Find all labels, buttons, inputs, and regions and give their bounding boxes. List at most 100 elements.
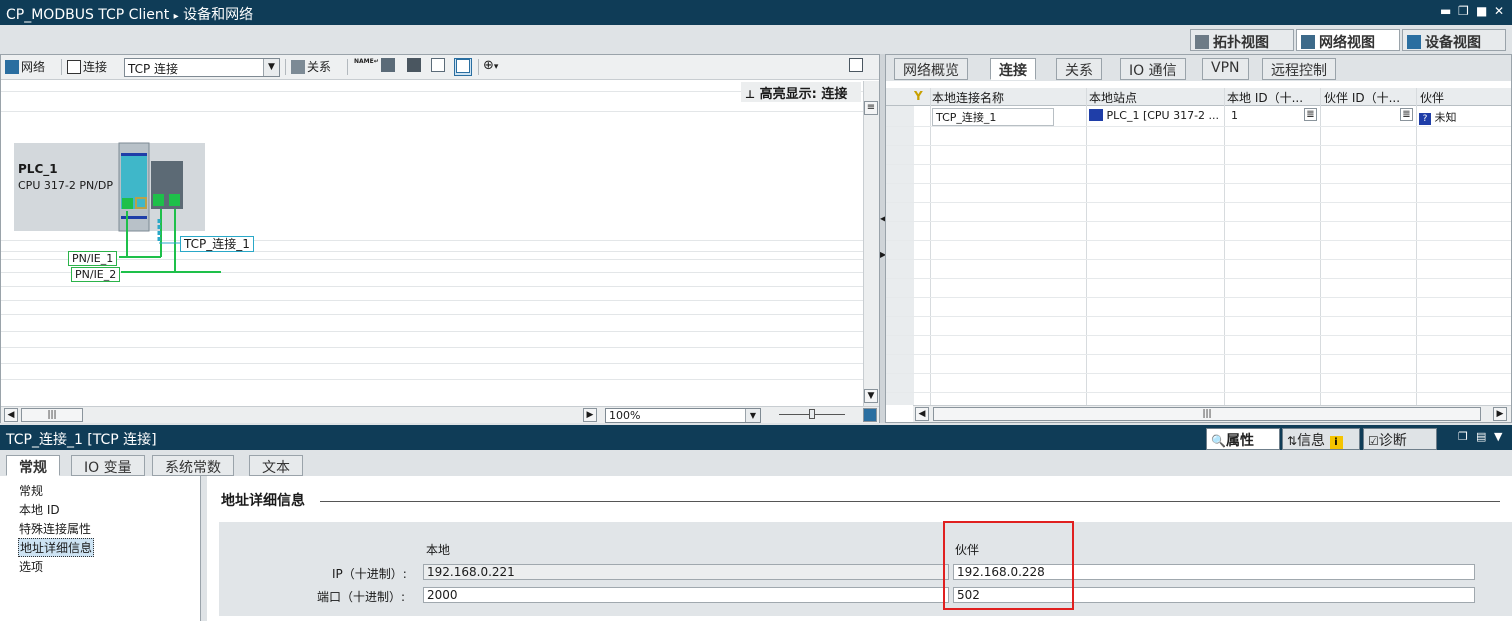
overview-icon	[456, 59, 470, 73]
tab-connections[interactable]: 连接	[990, 58, 1036, 80]
tab-network-overview[interactable]: 网络概览	[894, 58, 968, 80]
highlight-annotation-box	[943, 521, 1074, 610]
tab-device-view[interactable]: 设备视图	[1402, 29, 1506, 51]
overview-button[interactable]	[454, 58, 472, 76]
show-addresses-button[interactable]	[381, 58, 397, 76]
connection-button[interactable]: 连接	[67, 58, 107, 76]
plc-graphic	[118, 142, 221, 273]
scroll-thumb[interactable]: |||	[933, 407, 1481, 421]
local-ip-field[interactable]: 192.168.0.221	[423, 564, 949, 580]
ip-label: IP（十进制）:	[332, 567, 407, 581]
tab-properties[interactable]: 🔍属性	[1206, 428, 1280, 450]
maximize-icon[interactable]: ■	[1476, 4, 1487, 18]
cpu-blue-bar-bottom	[121, 216, 147, 219]
scroll-thumb[interactable]: |||	[21, 408, 83, 422]
cp-port-led	[169, 194, 180, 206]
row-header-column	[886, 106, 914, 405]
scroll-right-icon[interactable]: ▶	[583, 408, 597, 422]
tab-diagnostics[interactable]: ☑诊断	[1363, 428, 1437, 450]
chevron-down-icon[interactable]: ▼	[1494, 430, 1502, 443]
list-icon[interactable]: ≣	[1400, 108, 1413, 121]
subnet-label-pnie1[interactable]: PN/IE_1	[68, 251, 118, 266]
show-names-button[interactable]: NAME↵	[354, 58, 379, 76]
col-local-connection-name[interactable]: 本地连接名称	[932, 89, 1082, 106]
connections-table: Y 本地连接名称 本地站点 本地 ID（十... 伙伴 ID（十... 伙伴 T…	[886, 88, 1511, 405]
close-icon[interactable]: ✕	[1494, 4, 1504, 18]
section-title: 地址详细信息	[221, 493, 305, 509]
scroll-left-icon[interactable]: ◀	[915, 407, 929, 421]
tab-io-tags[interactable]: IO 变量	[71, 455, 145, 476]
chevron-down-icon[interactable]: ▼	[745, 409, 760, 422]
tab-general[interactable]: 常规	[6, 455, 60, 476]
dropdown-arrow-icon: ▾	[493, 62, 499, 72]
tab-texts[interactable]: 文本	[249, 455, 303, 476]
float-window-icon[interactable]: ❐	[1458, 430, 1468, 443]
info-tab-icon: ⇅	[1287, 434, 1298, 448]
chevron-down-icon[interactable]: ▼	[263, 59, 279, 76]
network-button[interactable]: 网络	[5, 58, 45, 76]
list-icon[interactable]: ≣	[1304, 108, 1317, 121]
filter-icon[interactable]: Y	[914, 89, 923, 103]
scroll-right-icon[interactable]: ▶	[1493, 407, 1507, 421]
relation-button[interactable]: 关系	[291, 58, 331, 76]
nav-address-details[interactable]: 地址详细信息	[18, 538, 95, 557]
canvas-horizontal-scrollbar[interactable]: ◀ ||| ▶ 100% ▼	[1, 406, 879, 423]
restore-icon[interactable]: ❐	[1458, 4, 1469, 18]
tab-io-communication[interactable]: IO 通信	[1120, 58, 1186, 80]
plc-station-icon	[1089, 109, 1103, 121]
toolbar-divider	[347, 59, 348, 75]
table-horizontal-scrollbar[interactable]: ◀ ||| ▶	[913, 405, 1511, 422]
table-header: Y 本地连接名称 本地站点 本地 ID（十... 伙伴 ID（十... 伙伴	[886, 88, 1511, 106]
col-local-station[interactable]: 本地站点	[1089, 89, 1224, 106]
tab-topology-view[interactable]: 拓扑视图	[1190, 29, 1294, 51]
cell-connection-name[interactable]: TCP_连接_1	[932, 108, 1054, 126]
inspector-title-bar: TCP_连接_1 [TCP 连接] 🔍属性 ⇅信息 i ☑诊断 ❐ ▤ ▼	[0, 425, 1512, 450]
subnet-label-pnie2[interactable]: PN/IE_2	[71, 267, 121, 282]
minimize-icon[interactable]: ▬	[1440, 4, 1451, 18]
page-icon	[407, 58, 421, 72]
info-icon: i	[1329, 436, 1343, 449]
network-canvas[interactable]: ⊥ 高亮显示: 连接 PLC_1 CPU 317-2 PN/DP PN/IE_1	[1, 81, 863, 406]
dock-icon[interactable]: ▤	[1476, 430, 1486, 443]
zoom-icon: ⊕	[483, 58, 494, 73]
property-tab-bar: 常规 IO 变量 系统常数 文本	[0, 450, 1512, 476]
address-icon	[381, 58, 395, 72]
col-local-id[interactable]: 本地 ID（十...	[1227, 89, 1319, 106]
tab-system-constants[interactable]: 系统常数	[152, 455, 234, 476]
col-partner[interactable]: 伙伴	[1420, 89, 1510, 106]
nav-options[interactable]: 选项	[19, 558, 43, 575]
panel-toggle-button[interactable]	[849, 58, 865, 76]
col-partner-id[interactable]: 伙伴 ID（十...	[1324, 89, 1414, 106]
canvas-vertical-scrollbar[interactable]: ≡ ▼	[863, 81, 879, 406]
cell-local-id[interactable]: 1	[1231, 109, 1306, 122]
page-title: 设备和网络	[183, 7, 254, 23]
toolbar-divider	[61, 59, 62, 75]
tab-info[interactable]: ⇅信息 i	[1282, 428, 1360, 450]
zoom-select[interactable]: 100% ▼	[605, 408, 761, 423]
tab-relations[interactable]: 关系	[1056, 58, 1102, 80]
grid-icon	[431, 58, 445, 72]
connection-type-select[interactable]: TCP 连接 ▼	[124, 58, 280, 77]
scroll-grip-icon[interactable]: ≡	[864, 101, 878, 115]
cell-partner[interactable]: ? 未知	[1419, 109, 1509, 125]
network-tool-icon	[5, 60, 19, 74]
scroll-down-icon[interactable]: ▼	[864, 389, 878, 403]
scroll-left-icon[interactable]: ◀	[4, 408, 18, 422]
tab-remote-control[interactable]: 远程控制	[1262, 58, 1336, 80]
local-port-field[interactable]: 2000	[423, 587, 949, 603]
nav-general[interactable]: 常规	[19, 482, 43, 499]
connection-label[interactable]: TCP_连接_1	[180, 236, 254, 252]
connections-tab-bar: 网络概览 连接 关系 IO 通信 VPN 远程控制	[886, 55, 1511, 81]
zoom-slider-handle[interactable]	[809, 409, 815, 419]
grid-button[interactable]	[431, 58, 447, 76]
zoom-button[interactable]: ⊕▾	[483, 58, 498, 76]
fit-view-icon[interactable]	[863, 408, 877, 422]
tab-network-view[interactable]: 网络视图	[1296, 29, 1400, 51]
nav-local-id[interactable]: 本地 ID	[19, 501, 60, 518]
cell-local-station[interactable]: PLC_1 [CPU 317-2 ...	[1089, 109, 1219, 122]
page-break-button[interactable]	[407, 58, 423, 76]
tab-vpn[interactable]: VPN	[1202, 58, 1249, 80]
nav-special-connection-properties[interactable]: 特殊连接属性	[19, 520, 91, 537]
toolbar-divider	[285, 59, 286, 75]
relation-tool-icon	[291, 60, 305, 74]
